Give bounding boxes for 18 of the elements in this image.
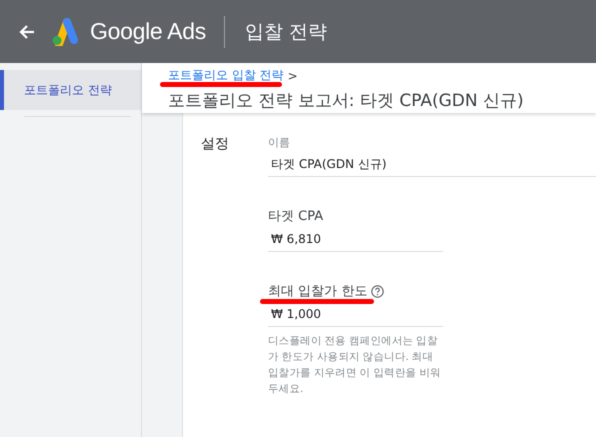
text-field[interactable]: ₩ 6,810	[268, 225, 443, 252]
text-field[interactable]: ₩ 1,000	[268, 300, 443, 327]
back-button[interactable]	[18, 22, 36, 40]
field-label: 이름	[268, 135, 290, 150]
field-label: 타겟 CPA	[268, 208, 324, 225]
page-title: 입찰 전략	[244, 20, 327, 44]
page-heading: 포트폴리오 전략 보고서: 타겟 CPA(GDN 신규)	[168, 90, 524, 112]
breadcrumb-link[interactable]: 포트폴리오 입찰 전략	[168, 67, 284, 84]
back-arrow-icon	[18, 22, 36, 40]
google-ads-logo-icon	[50, 18, 80, 46]
section-label: 설정	[201, 135, 230, 154]
breadcrumb-separator: >	[288, 68, 298, 82]
product-name: Google Ads	[90, 18, 206, 45]
field-label: 최대 입찰가 한도	[268, 283, 368, 300]
help-icon[interactable]	[371, 284, 384, 298]
sidebar-item[interactable]: 포트폴리오 전략	[0, 70, 141, 110]
text-field[interactable]: 타겟 CPA(GDN 신규)	[268, 150, 596, 177]
helper-text: 디스플레이 전용 캠페인에서는 입찰가 한도가 사용되지 않습니다. 최대 입찰가를 지우려면 이 입력란을 비워두세요.	[268, 334, 442, 397]
